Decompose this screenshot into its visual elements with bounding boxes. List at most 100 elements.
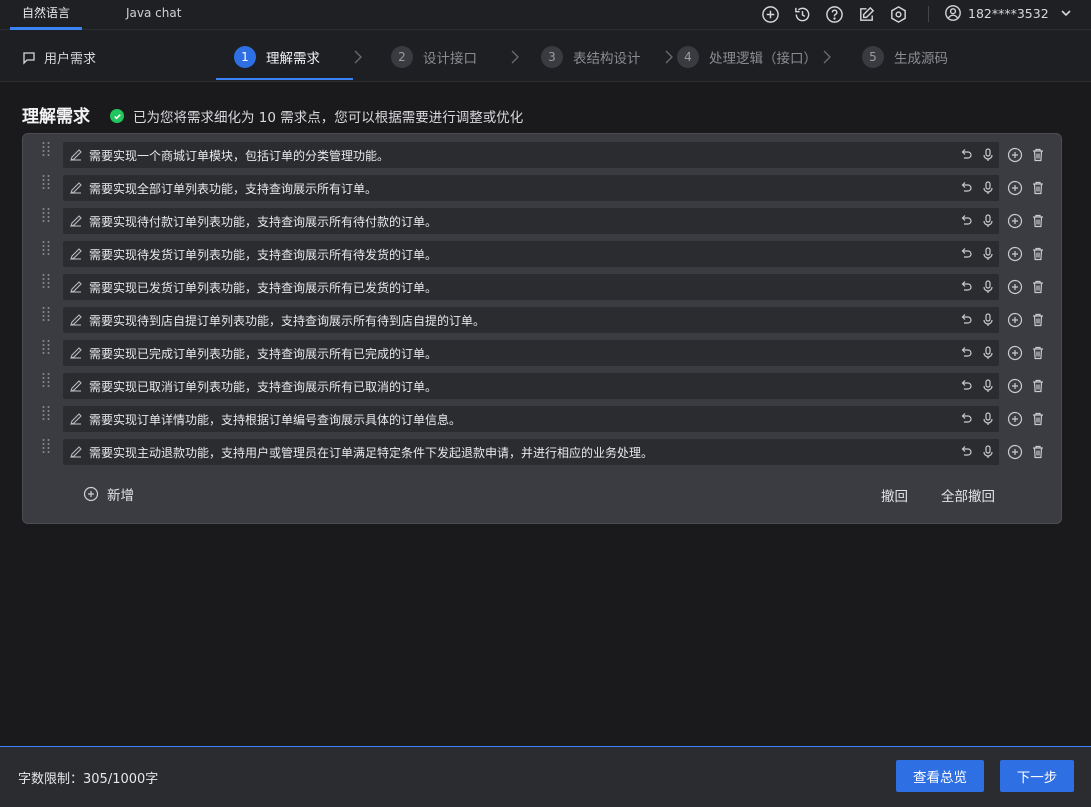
step-1[interactable]: 1 理解需求 (234, 44, 320, 70)
delete-icon[interactable] (1030, 279, 1046, 295)
chevron-right-icon (823, 50, 831, 64)
requirement-text: 需要实现待发货订单列表功能，支持查询展示所有待发货的订单。 (89, 247, 438, 262)
undo-icon[interactable] (959, 213, 973, 229)
requirement-row: 需要实现待付款订单列表功能，支持查询展示所有待付款的订单。 (23, 208, 1063, 234)
bottom-bar: 字数限制：305/1000字 查看总览 下一步 (0, 746, 1091, 807)
drag-handle-icon[interactable] (41, 240, 51, 256)
step-4[interactable]: 4 处理逻辑（接口） (677, 44, 817, 70)
requirement-field[interactable]: 需要实现一个商城订单模块，包括订单的分类管理功能。 (63, 142, 999, 168)
step-5[interactable]: 5 生成源码 (862, 44, 948, 70)
chevron-right-icon (354, 50, 362, 64)
requirement-field[interactable]: 需要实现订单详情功能，支持根据订单编号查询展示具体的订单信息。 (63, 406, 999, 432)
undo-icon[interactable] (959, 345, 973, 361)
drag-handle-icon[interactable] (41, 207, 51, 223)
requirement-row: 需要实现已发货订单列表功能，支持查询展示所有已发货的订单。 (23, 274, 1063, 300)
add-row-icon[interactable] (1007, 147, 1023, 163)
requirement-row: 需要实现主动退款功能，支持用户或管理员在订单满足特定条件下发起退款申请，并进行相… (23, 439, 1063, 465)
requirement-text: 需要实现全部订单列表功能，支持查询展示所有订单。 (89, 181, 378, 196)
pen-icon (70, 446, 82, 458)
drag-handle-icon[interactable] (41, 405, 51, 421)
undo-all-button[interactable]: 全部撤回 (941, 485, 995, 505)
tab-java-chat[interactable]: Java chat (126, 0, 181, 30)
settings-icon[interactable] (887, 3, 909, 25)
user-avatar-icon (945, 5, 961, 21)
undo-button[interactable]: 撤回 (881, 485, 908, 505)
add-row-icon[interactable] (1007, 279, 1023, 295)
step-2[interactable]: 2 设计接口 (391, 44, 477, 70)
requirement-field[interactable]: 需要实现已发货订单列表功能，支持查询展示所有已发货的订单。 (63, 274, 999, 300)
step-3[interactable]: 3 表结构设计 (541, 44, 641, 70)
microphone-icon[interactable] (981, 279, 995, 295)
requirement-field[interactable]: 需要实现已完成订单列表功能，支持查询展示所有已完成的订单。 (63, 340, 999, 366)
next-button[interactable]: 下一步 (1000, 760, 1074, 792)
delete-icon[interactable] (1030, 147, 1046, 163)
pen-icon (70, 149, 82, 161)
step-bar: 用户需求 1 理解需求 2 设计接口 3 表结构设计 4 处理逻辑（接口） 5 … (0, 30, 1091, 82)
user-requirement-link[interactable]: 用户需求 (22, 48, 96, 67)
microphone-icon[interactable] (981, 345, 995, 361)
undo-icon[interactable] (959, 180, 973, 196)
undo-icon[interactable] (959, 147, 973, 163)
add-row-icon[interactable] (1007, 246, 1023, 262)
section-title: 理解需求 (22, 107, 90, 127)
microphone-icon[interactable] (981, 411, 995, 427)
drag-handle-icon[interactable] (41, 306, 51, 322)
user-menu[interactable]: 182****3532 (944, 0, 1079, 26)
microphone-icon[interactable] (981, 147, 995, 163)
microphone-icon[interactable] (981, 444, 995, 460)
divider (928, 6, 929, 22)
delete-icon[interactable] (1030, 180, 1046, 196)
requirement-field[interactable]: 需要实现待发货订单列表功能，支持查询展示所有待发货的订单。 (63, 241, 999, 267)
pen-icon (70, 314, 82, 326)
undo-icon[interactable] (959, 246, 973, 262)
add-row-icon[interactable] (1007, 411, 1023, 427)
delete-icon[interactable] (1030, 411, 1046, 427)
history-icon[interactable] (791, 3, 813, 25)
plus-circle-icon[interactable] (759, 3, 781, 25)
requirement-field[interactable]: 需要实现待到店自提订单列表功能，支持查询展示所有待到店自提的订单。 (63, 307, 999, 333)
overview-button[interactable]: 查看总览 (896, 760, 984, 792)
undo-icon[interactable] (959, 378, 973, 394)
drag-handle-icon[interactable] (41, 438, 51, 454)
notice: 已为您将需求细化为 10 需求点，您可以根据需要进行调整或优化 (110, 106, 523, 126)
undo-icon[interactable] (959, 444, 973, 460)
requirement-text: 需要实现已发货订单列表功能，支持查询展示所有已发货的订单。 (89, 280, 438, 295)
microphone-icon[interactable] (981, 213, 995, 229)
microphone-icon[interactable] (981, 180, 995, 196)
requirement-field[interactable]: 需要实现已取消订单列表功能，支持查询展示所有已取消的订单。 (63, 373, 999, 399)
requirement-field[interactable]: 需要实现待付款订单列表功能，支持查询展示所有待付款的订单。 (63, 208, 999, 234)
delete-icon[interactable] (1030, 213, 1046, 229)
undo-icon[interactable] (959, 279, 973, 295)
delete-icon[interactable] (1030, 444, 1046, 460)
chevron-down-icon[interactable] (1059, 6, 1073, 20)
delete-icon[interactable] (1030, 345, 1046, 361)
delete-icon[interactable] (1030, 312, 1046, 328)
add-row-icon[interactable] (1007, 345, 1023, 361)
add-button[interactable]: 新增 (83, 484, 134, 504)
tab-natural-language[interactable]: 自然语言 (10, 0, 82, 30)
delete-icon[interactable] (1030, 246, 1046, 262)
add-row-icon[interactable] (1007, 378, 1023, 394)
add-row-icon[interactable] (1007, 180, 1023, 196)
microphone-icon[interactable] (981, 246, 995, 262)
requirement-field[interactable]: 需要实现全部订单列表功能，支持查询展示所有订单。 (63, 175, 999, 201)
add-row-icon[interactable] (1007, 312, 1023, 328)
add-row-icon[interactable] (1007, 213, 1023, 229)
delete-icon[interactable] (1030, 378, 1046, 394)
edit-icon[interactable] (855, 3, 877, 25)
undo-icon[interactable] (959, 312, 973, 328)
help-icon[interactable] (823, 3, 845, 25)
drag-handle-icon[interactable] (41, 273, 51, 289)
drag-handle-icon[interactable] (41, 141, 51, 157)
message-icon (23, 51, 35, 65)
drag-handle-icon[interactable] (41, 372, 51, 388)
drag-handle-icon[interactable] (41, 174, 51, 190)
undo-icon[interactable] (959, 411, 973, 427)
requirement-row: 需要实现已完成订单列表功能，支持查询展示所有已完成的订单。 (23, 340, 1063, 366)
add-row-icon[interactable] (1007, 444, 1023, 460)
requirement-field[interactable]: 需要实现主动退款功能，支持用户或管理员在订单满足特定条件下发起退款申请，并进行相… (63, 439, 999, 465)
pen-icon (70, 281, 82, 293)
microphone-icon[interactable] (981, 312, 995, 328)
microphone-icon[interactable] (981, 378, 995, 394)
drag-handle-icon[interactable] (41, 339, 51, 355)
